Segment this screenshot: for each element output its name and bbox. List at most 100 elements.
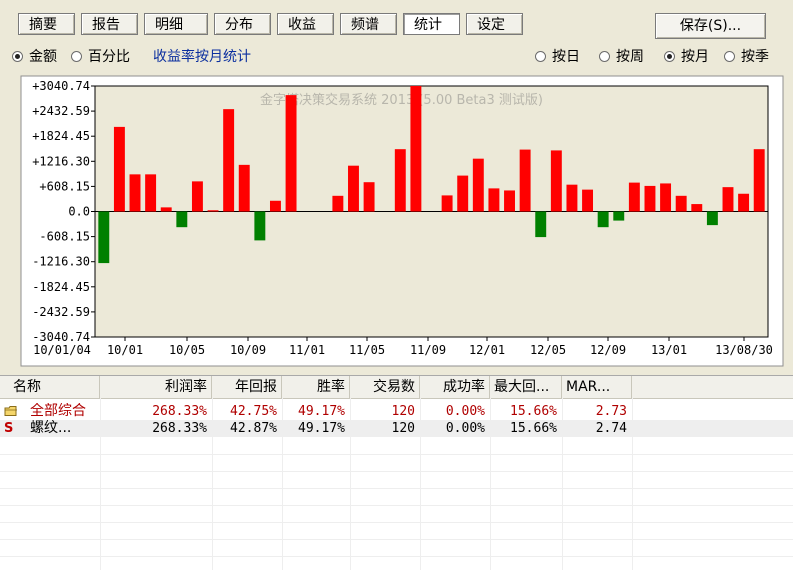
by-month-label: 按月 [681,49,709,65]
cell-name: 全部综合 [30,403,86,419]
y-tick-label: -1824.45 [32,280,90,294]
bar [394,149,406,212]
tab-distribution[interactable]: 分布 [214,13,271,35]
monthly-return-link[interactable]: 收益率按月统计 [153,48,251,66]
y-tick-label: 0.0 [68,205,90,219]
cell-drawdown: 15.66% [510,421,557,436]
bar [691,204,703,212]
bar [753,149,765,212]
cell-profit: 268.33% [152,421,207,436]
table-row[interactable]: S 螺纹... 268.33% 42.87% 49.17% 120 0.00% … [0,420,793,437]
x-tick-label: 10/01 [107,343,143,357]
tab-settings[interactable]: 设定 [466,13,523,35]
bar [113,126,125,212]
table-header: 名称 利润率 年回报 胜率 交易数 成功率 最大回... MAR... [0,376,793,399]
bar [238,164,250,212]
grid-line [632,398,633,570]
bar-chart-svg: 金字塔决策交易系统 2013 (5.00 Beta3 测试版) +3040.74 +… [20,75,784,367]
bar [660,183,672,212]
cell-trades: 120 [391,421,415,436]
y-tick-label: -3040.74 [32,330,90,344]
bar [98,211,110,264]
bar [160,207,172,212]
radio-icon [599,51,610,62]
bar [332,195,344,212]
x-tick-label: 13/08/30 [715,343,773,357]
bar [207,210,219,212]
bar [628,182,640,212]
bar [269,200,281,212]
window: 摘要 报告 明细 分布 收益 频谱 统计 设定 保存(S)... 金额 百分比 … [0,0,793,570]
table-row[interactable]: 全部综合 268.33% 42.75% 49.17% 120 0.00% 15.… [0,403,793,420]
col-success[interactable]: 成功率 [420,376,490,398]
cell-annual: 42.75% [230,404,277,419]
bar [363,182,375,212]
col-mar[interactable]: MAR... [562,376,632,398]
by-week-label: 按周 [616,49,644,65]
x-tick-label: 12/09 [590,343,626,357]
tab-report[interactable]: 报告 [81,13,138,35]
col-annual[interactable]: 年回报 [212,376,282,398]
cell-mar: 2.73 [595,404,627,419]
bar [488,188,500,212]
bar [722,187,734,212]
grid-line [0,556,793,557]
tab-detail[interactable]: 明细 [144,13,208,35]
grid-line [282,398,283,570]
bar [535,211,547,238]
by-month-radio[interactable]: 按月 [664,48,709,66]
grid-line [562,398,563,570]
amount-radio[interactable]: 金额 [12,48,57,66]
radio-icon [71,51,82,62]
by-day-radio[interactable]: 按日 [535,48,580,66]
monthly-profit-chart: 金字塔决策交易系统 2013 (5.00 Beta3 测试版) +3040.74 +… [0,74,793,370]
bar [504,190,515,212]
cell-trades: 120 [391,404,415,419]
results-table: 名称 利润率 年回报 胜率 交易数 成功率 最大回... MAR... 全部综合… [0,375,793,570]
percent-radio[interactable]: 百分比 [71,48,130,66]
x-tick-label: 12/01 [469,343,505,357]
col-win[interactable]: 胜率 [282,376,350,398]
bar [410,86,422,212]
y-tick-label: +1824.45 [32,129,90,143]
col-name[interactable]: 名称 [9,376,100,398]
grid-line [350,398,351,570]
amount-label: 金额 [29,49,57,65]
percent-label: 百分比 [88,49,130,65]
cell-win: 49.17% [298,421,345,436]
grid-line [212,398,213,570]
y-tick-label: +608.15 [39,179,90,193]
by-quarter-radio[interactable]: 按季 [724,48,769,66]
tab-statistics[interactable]: 统计 [403,13,460,35]
grid-line [100,398,101,570]
y-tick-label: +3040.74 [32,79,90,93]
bar [129,174,141,212]
x-tick-label: 10/05 [169,343,205,357]
cell-mar: 2.74 [595,421,627,436]
x-tick-label: 11/01 [289,343,325,357]
y-tick-label: +2432.59 [32,104,90,118]
x-tick-label: 13/01 [651,343,687,357]
bar [285,95,297,212]
x-tick-label: 10/01/04 [33,343,91,357]
radio-icon [535,51,546,62]
bar [145,174,157,212]
by-week-radio[interactable]: 按周 [599,48,644,66]
y-tick-label: -1216.30 [32,255,90,269]
col-profit[interactable]: 利润率 [100,376,212,398]
save-button[interactable]: 保存(S)... [655,13,766,39]
col-drawdown[interactable]: 最大回... [490,376,562,398]
bar [613,211,625,221]
radio-icon [12,51,23,62]
bar [566,184,578,212]
col-trades[interactable]: 交易数 [350,376,420,398]
tab-spectrum[interactable]: 频谱 [340,13,397,35]
grid-line [0,522,793,523]
bar [472,158,484,212]
bar [348,165,359,212]
tab-summary[interactable]: 摘要 [18,13,75,35]
bar [644,185,656,212]
grid-line [0,454,793,455]
tab-returns[interactable]: 收益 [277,13,334,35]
grid-line [490,398,491,570]
